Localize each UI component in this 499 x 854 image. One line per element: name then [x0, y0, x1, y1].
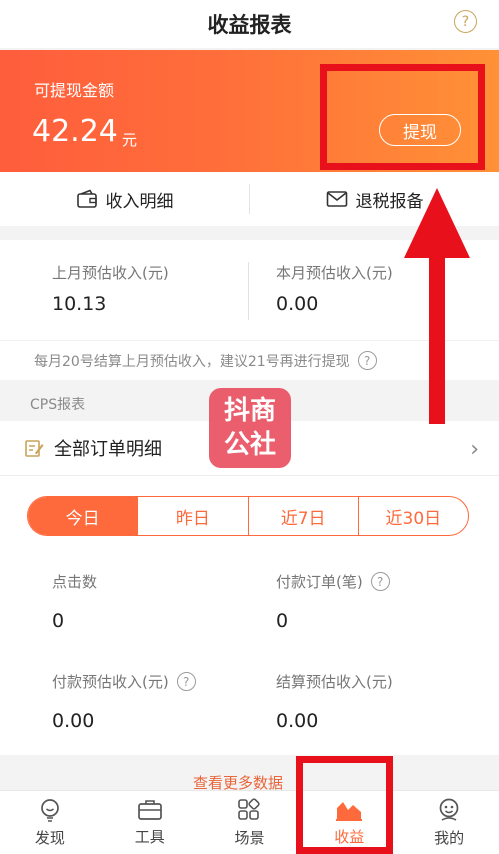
balance-unit: 元: [122, 131, 138, 149]
wallet-icon: [76, 189, 98, 209]
nav-discover[interactable]: 发现: [0, 791, 100, 854]
envelope-icon: [326, 190, 348, 208]
question-icon[interactable]: ?: [370, 572, 390, 591]
profile-icon: [436, 797, 462, 823]
paid-orders-label: 付款订单(笔): [276, 573, 363, 591]
watermark-logo: 抖商 公社: [209, 388, 291, 468]
bottom-nav: 发现 工具 场景 收益 我的: [0, 790, 499, 854]
paid-income-metric: 付款预估收入(元)? 0.00: [52, 671, 196, 732]
tab-30-days[interactable]: 近30日: [359, 497, 468, 535]
grid-icon: [236, 797, 262, 823]
annotation-box: [296, 756, 393, 854]
paid-orders-metric: 付款订单(笔)? 0: [276, 571, 390, 632]
last-month-value: 10.13: [52, 293, 107, 315]
edit-list-icon: [24, 438, 44, 458]
clicks-value: 0: [52, 610, 65, 632]
last-month-label: 上月预估收入(元): [52, 264, 169, 282]
briefcase-icon: [137, 798, 163, 822]
period-tabs: 今日 昨日 近7日 近30日: [27, 496, 469, 536]
paid-orders-value: 0: [276, 610, 289, 632]
settled-income-metric: 结算预估收入(元) 0.00: [276, 671, 393, 732]
this-month-label: 本月预估收入(元): [276, 264, 393, 282]
question-icon[interactable]: ?: [176, 672, 196, 691]
clicks-metric: 点击数 0: [52, 571, 97, 632]
tab-today[interactable]: 今日: [28, 497, 139, 535]
question-icon[interactable]: ?: [357, 351, 377, 370]
all-orders-label: 全部订单明细: [54, 439, 162, 460]
last-month-estimate: 上月预估收入(元) 10.13: [52, 262, 169, 315]
balance-label: 可提现金额: [34, 81, 115, 100]
annotation-arrow-icon: [404, 188, 470, 424]
header: 收益报表 ?: [0, 0, 499, 48]
nav-scenes[interactable]: 场景: [200, 791, 300, 854]
nav-label: 工具: [134, 828, 165, 846]
watermark-line: 公社: [223, 430, 276, 460]
page-title: 收益报表: [207, 13, 292, 37]
nav-label: 发现: [34, 829, 65, 847]
nav-tools[interactable]: 工具: [100, 791, 200, 854]
tab-7-days[interactable]: 近7日: [249, 497, 359, 535]
nav-label: 我的: [434, 829, 465, 847]
page: 收益报表 ? 可提现金额 42.24 元 提现 收入明细 退税报备 上月预估收入…: [0, 0, 499, 854]
balance-amount: 42.24: [32, 114, 118, 149]
stats-panel: 今日 昨日 近7日 近30日 点击数 0 付款订单(笔)? 0 付款预估收入(元…: [0, 475, 499, 755]
settlement-note-text: 每月20号结算上月预估收入，建议21号再进行提现: [34, 353, 350, 370]
income-detail-label: 收入明细: [105, 191, 174, 212]
nav-label: 场景: [234, 829, 265, 847]
paid-income-label: 付款预估收入(元): [52, 673, 169, 691]
this-month-estimate: 本月预估收入(元) 0.00: [276, 262, 393, 315]
paid-income-value: 0.00: [52, 710, 95, 732]
annotation-box: [320, 64, 485, 170]
nav-me[interactable]: 我的: [399, 791, 499, 854]
this-month-value: 0.00: [276, 293, 319, 315]
tab-yesterday[interactable]: 昨日: [138, 497, 249, 535]
income-detail-button[interactable]: 收入明细: [0, 172, 249, 226]
chevron-right-icon: ›: [470, 437, 479, 462]
watermark-line: 抖商: [223, 396, 276, 426]
clicks-label: 点击数: [52, 573, 98, 591]
divider: [248, 262, 249, 320]
lightbulb-icon: [37, 797, 63, 823]
cps-section-label: CPS报表: [30, 397, 86, 413]
help-icon[interactable]: ?: [454, 10, 477, 33]
settled-income-value: 0.00: [276, 710, 319, 732]
settled-income-label: 结算预估收入(元): [276, 673, 393, 691]
